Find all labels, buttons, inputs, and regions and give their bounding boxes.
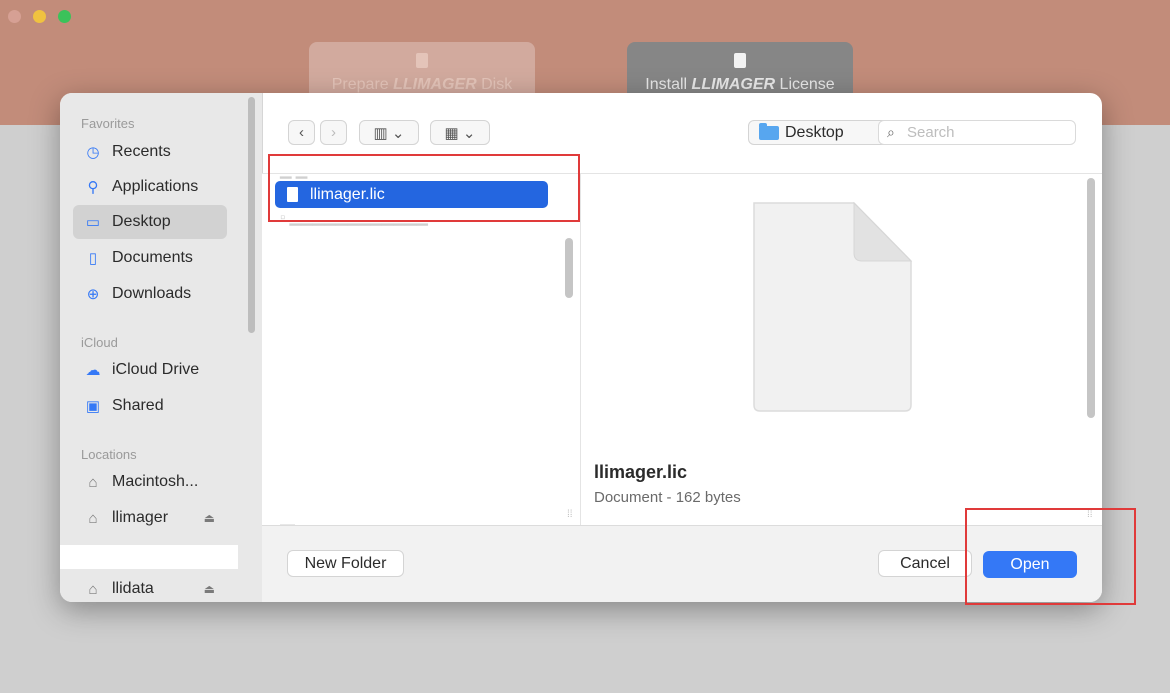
sidebar-item-label: Documents	[112, 249, 193, 266]
preview-file-meta: Document - 162 bytes	[594, 489, 741, 506]
view-mode-button[interactable]: ▥ ⌄	[359, 120, 419, 145]
close-window-button[interactable]	[8, 10, 21, 23]
sidebar-item-label: Applications	[112, 178, 199, 195]
sidebar-item-documents[interactable]: ▯ Documents	[73, 241, 227, 275]
preview-file-name: llimager.lic	[594, 462, 688, 482]
eject-icon[interactable]: ⏏	[204, 582, 215, 596]
chevron-down-icon: ⌄	[462, 124, 476, 142]
sidebar-item-label: Recents	[112, 143, 171, 160]
location-label: Desktop	[785, 123, 844, 141]
sidebar-item-llidata[interactable]: ⌂ llidata ⏏	[73, 572, 227, 602]
sidebar-item-icloud-drive[interactable]: ☁ iCloud Drive	[73, 353, 227, 387]
search-placeholder: Search	[907, 124, 955, 141]
label-prefix: Prepare	[331, 76, 394, 93]
sidebar-item-label: Downloads	[112, 285, 192, 302]
sidebar-item-macintosh[interactable]: ⌂ Macintosh...	[73, 465, 227, 499]
highlight-box-file	[268, 154, 580, 222]
forward-button[interactable]: ›	[320, 120, 347, 145]
sidebar: Favorites ◷ Recents ⚲ Applications ▭ Des…	[60, 93, 263, 602]
sidebar-item-label: Shared	[112, 397, 164, 414]
sidebar-item-label: iCloud Drive	[112, 361, 200, 378]
label-bold: LLIMAGER	[691, 76, 776, 93]
zoom-window-button[interactable]	[58, 10, 71, 23]
sidebar-blank-row	[60, 545, 238, 569]
disk-icon: ⌂	[88, 580, 98, 598]
sidebar-item-desktop[interactable]: ▭ Desktop	[73, 205, 227, 239]
label-suffix: Disk	[476, 76, 513, 93]
label-bold: LLIMAGER	[393, 76, 477, 93]
file-list-scrollbar[interactable]	[565, 238, 573, 298]
columns-view-icon: ▥	[373, 124, 388, 142]
sidebar-section-locations: Locations	[81, 447, 137, 462]
document-preview-icon	[753, 201, 913, 412]
folder-icon	[759, 122, 779, 140]
sidebar-item-label: Desktop	[112, 213, 171, 230]
sidebar-item-applications[interactable]: ⚲ Applications	[73, 170, 227, 204]
search-icon: ⌕	[887, 124, 895, 140]
install-license-label: Install LLIMAGER License	[645, 76, 834, 94]
highlight-box-open	[965, 508, 1136, 605]
eject-icon[interactable]: ⏏	[204, 511, 215, 525]
label-suffix: License	[775, 76, 835, 93]
minimize-window-button[interactable]	[33, 10, 46, 23]
sidebar-item-label: llimager	[112, 509, 169, 526]
shared-folder-icon: ▣	[85, 398, 101, 415]
sidebar-item-recents[interactable]: ◷ Recents	[73, 135, 227, 169]
open-file-dialog: Favorites ◷ Recents ⚲ Applications ▭ Des…	[60, 93, 1102, 602]
sidebar-item-llimager[interactable]: ⌂ llimager ⏏	[73, 501, 227, 535]
disk-icon: ⌂	[88, 509, 98, 527]
document-icon: ▯	[88, 250, 98, 267]
chevron-right-icon: ›	[331, 124, 336, 141]
sidebar-item-downloads[interactable]: ⊕ Downloads	[73, 277, 227, 311]
sidebar-item-label: llidata	[112, 580, 154, 597]
preview-scrollbar[interactable]	[1087, 178, 1095, 418]
cloud-icon: ☁	[85, 362, 101, 379]
chevron-down-icon: ⌄	[391, 124, 405, 142]
download-icon: ⊕	[86, 286, 100, 303]
clock-icon: ◷	[86, 144, 100, 161]
disk-icon: ⌂	[88, 473, 98, 491]
grid-icon: ▦	[444, 124, 459, 142]
desktop-icon: ▭	[85, 214, 101, 231]
sidebar-section-favorites: Favorites	[81, 116, 135, 131]
sidebar-section-icloud: iCloud	[81, 335, 118, 350]
new-folder-button[interactable]: New Folder	[287, 550, 404, 577]
label-prefix: Install	[645, 76, 692, 93]
column-resize-handle[interactable]: ⁞⁞	[567, 509, 573, 520]
search-field[interactable]: ⌕ Search	[878, 120, 1076, 145]
disk-icon	[416, 53, 428, 68]
prepare-disk-label: Prepare LLIMAGER Disk	[332, 76, 512, 94]
document-icon	[734, 53, 746, 68]
cancel-button[interactable]: Cancel	[878, 550, 972, 577]
sidebar-item-label: Macintosh...	[112, 473, 199, 490]
back-button[interactable]: ‹	[288, 120, 315, 145]
group-by-button[interactable]: ▦ ⌄	[430, 120, 490, 145]
sidebar-scrollbar[interactable]	[248, 97, 255, 333]
chevron-left-icon: ‹	[299, 124, 304, 141]
sidebar-item-shared[interactable]: ▣ Shared	[73, 389, 227, 423]
applications-icon: ⚲	[87, 179, 99, 196]
